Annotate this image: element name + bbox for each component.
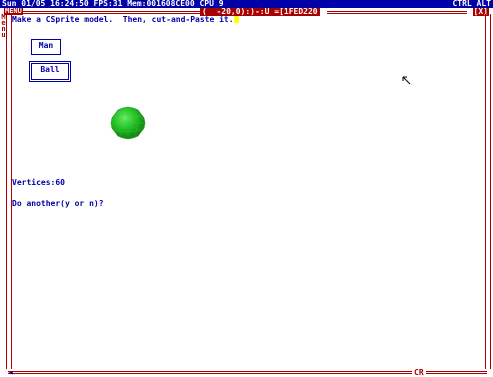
side-menu-letter: u xyxy=(1,31,6,39)
instructions-text: Make a CSprite model. Then, cut-and-Past… xyxy=(12,16,239,24)
instructions-line: Make a CSprite model. Then, cut-and-Past… xyxy=(12,15,234,24)
status-bar-info: Sun 01/05 16:24:50 FPS:31 Mem:001608CE00… xyxy=(2,0,224,8)
console-line: Vertices:60 xyxy=(12,178,65,187)
border-rule xyxy=(10,11,200,12)
console-output: Vertices:60 Do another(y or n)? xyxy=(12,165,104,214)
man-button[interactable]: Man xyxy=(31,39,61,55)
ball-button[interactable]: Ball xyxy=(29,61,71,82)
mouse-pointer-icon xyxy=(402,76,411,85)
border-rule xyxy=(327,11,467,12)
border-rule xyxy=(327,13,467,14)
text-cursor xyxy=(233,16,239,23)
scroll-left-icon[interactable]: ◄ xyxy=(8,369,13,377)
window-right-border xyxy=(485,14,491,370)
cr-label: CR xyxy=(412,368,426,377)
border-rule xyxy=(10,13,200,14)
console-line: Do another(y or n)? xyxy=(12,199,104,208)
green-ball-sprite-icon[interactable] xyxy=(110,106,146,140)
side-menu-label[interactable]: M e n u xyxy=(0,14,7,39)
